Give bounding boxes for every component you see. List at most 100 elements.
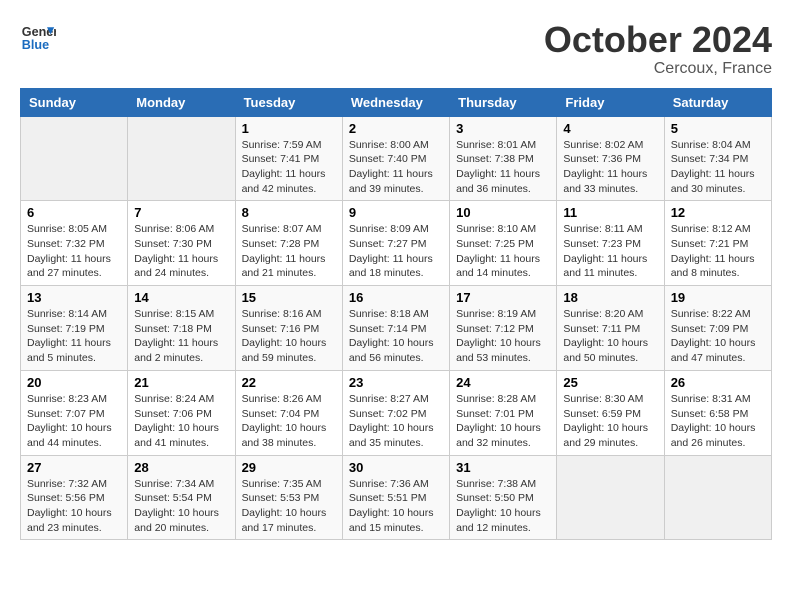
header-cell-friday: Friday: [557, 88, 664, 116]
empty-cell: [21, 116, 128, 201]
day-cell-8: 8 Sunrise: 8:07 AM Sunset: 7:28 PM Daylig…: [235, 201, 342, 286]
day-number: 13: [27, 290, 121, 305]
day-number: 14: [134, 290, 228, 305]
day-cell-22: 22Sunrise: 8:26 AM Sunset: 7:04 PM Dayli…: [235, 370, 342, 455]
day-number: 31: [456, 460, 550, 475]
day-cell-24: 24 Sunrise: 8:28 AM Sunset: 7:01 PM Dayli…: [450, 370, 557, 455]
day-cell-30: 30Sunrise: 7:36 AM Sunset: 5:51 PM Dayli…: [342, 455, 449, 540]
day-detail: Sunrise: 7:32 AM Sunset: 5:56 PM Dayligh…: [27, 477, 121, 536]
header-cell-monday: Monday: [128, 88, 235, 116]
title-area: October 2024 Cercoux, France: [544, 20, 772, 78]
day-cell-4: 4 Sunrise: 8:02 AM Sunset: 7:36 PM Daylig…: [557, 116, 664, 201]
day-cell-29: 29 Sunrise: 7:35 AM Sunset: 5:53 PM Dayli…: [235, 455, 342, 540]
day-number: 11: [563, 205, 657, 220]
day-number: 2: [349, 121, 443, 136]
day-number: 9: [349, 205, 443, 220]
day-detail: Sunrise: 8:06 AM Sunset: 7:30 PM Dayligh…: [134, 222, 228, 281]
day-cell-26: 26 Sunrise: 8:31 AM Sunset: 6:58 PM Dayli…: [664, 370, 771, 455]
week-row-4: 20Sunrise: 8:23 AM Sunset: 7:07 PM Dayli…: [21, 370, 772, 455]
day-number: 29: [242, 460, 336, 475]
day-number: 17: [456, 290, 550, 305]
day-number: 23: [349, 375, 443, 390]
day-detail: Sunrise: 7:38 AM Sunset: 5:50 PM Dayligh…: [456, 477, 550, 536]
day-number: 7: [134, 205, 228, 220]
day-detail: Sunrise: 8:04 AM Sunset: 7:34 PM Dayligh…: [671, 138, 765, 197]
day-cell-6: 6Sunrise: 8:05 AM Sunset: 7:32 PM Daylig…: [21, 201, 128, 286]
day-number: 28: [134, 460, 228, 475]
day-cell-15: 15 Sunrise: 8:16 AM Sunset: 7:16 PM Dayli…: [235, 286, 342, 371]
week-row-5: 27 Sunrise: 7:32 AM Sunset: 5:56 PM Dayli…: [21, 455, 772, 540]
day-cell-23: 23 Sunrise: 8:27 AM Sunset: 7:02 PM Dayli…: [342, 370, 449, 455]
calendar-table: SundayMondayTuesdayWednesdayThursdayFrid…: [20, 88, 772, 541]
header-cell-thursday: Thursday: [450, 88, 557, 116]
day-cell-10: 10Sunrise: 8:10 AM Sunset: 7:25 PM Dayli…: [450, 201, 557, 286]
day-detail: Sunrise: 8:09 AM Sunset: 7:27 PM Dayligh…: [349, 222, 443, 281]
day-number: 10: [456, 205, 550, 220]
day-cell-16: 16 Sunrise: 8:18 AM Sunset: 7:14 PM Dayli…: [342, 286, 449, 371]
day-cell-20: 20Sunrise: 8:23 AM Sunset: 7:07 PM Dayli…: [21, 370, 128, 455]
day-cell-9: 9 Sunrise: 8:09 AM Sunset: 7:27 PM Daylig…: [342, 201, 449, 286]
header-cell-wednesday: Wednesday: [342, 88, 449, 116]
day-cell-11: 11 Sunrise: 8:11 AM Sunset: 7:23 PM Dayli…: [557, 201, 664, 286]
day-cell-2: 2Sunrise: 8:00 AM Sunset: 7:40 PM Daylig…: [342, 116, 449, 201]
day-number: 16: [349, 290, 443, 305]
day-detail: Sunrise: 8:24 AM Sunset: 7:06 PM Dayligh…: [134, 392, 228, 451]
day-number: 15: [242, 290, 336, 305]
day-cell-25: 25 Sunrise: 8:30 AM Sunset: 6:59 PM Dayli…: [557, 370, 664, 455]
header-row: SundayMondayTuesdayWednesdayThursdayFrid…: [21, 88, 772, 116]
day-detail: Sunrise: 7:35 AM Sunset: 5:53 PM Dayligh…: [242, 477, 336, 536]
header-cell-sunday: Sunday: [21, 88, 128, 116]
day-detail: Sunrise: 8:27 AM Sunset: 7:02 PM Dayligh…: [349, 392, 443, 451]
day-number: 25: [563, 375, 657, 390]
day-number: 26: [671, 375, 765, 390]
day-detail: Sunrise: 8:31 AM Sunset: 6:58 PM Dayligh…: [671, 392, 765, 451]
location-title: Cercoux, France: [544, 60, 772, 78]
day-detail: Sunrise: 8:11 AM Sunset: 7:23 PM Dayligh…: [563, 222, 657, 281]
empty-cell: [664, 455, 771, 540]
day-detail: Sunrise: 8:02 AM Sunset: 7:36 PM Dayligh…: [563, 138, 657, 197]
day-detail: Sunrise: 7:36 AM Sunset: 5:51 PM Dayligh…: [349, 477, 443, 536]
day-number: 8: [242, 205, 336, 220]
day-cell-17: 17 Sunrise: 8:19 AM Sunset: 7:12 PM Dayli…: [450, 286, 557, 371]
empty-cell: [557, 455, 664, 540]
empty-cell: [128, 116, 235, 201]
day-detail: Sunrise: 8:05 AM Sunset: 7:32 PM Dayligh…: [27, 222, 121, 281]
header-cell-saturday: Saturday: [664, 88, 771, 116]
day-number: 4: [563, 121, 657, 136]
day-number: 27: [27, 460, 121, 475]
day-detail: Sunrise: 8:07 AM Sunset: 7:28 PM Dayligh…: [242, 222, 336, 281]
day-cell-31: 31 Sunrise: 7:38 AM Sunset: 5:50 PM Dayli…: [450, 455, 557, 540]
day-detail: Sunrise: 8:15 AM Sunset: 7:18 PM Dayligh…: [134, 307, 228, 366]
day-detail: Sunrise: 8:01 AM Sunset: 7:38 PM Dayligh…: [456, 138, 550, 197]
day-cell-12: 12Sunrise: 8:12 AM Sunset: 7:21 PM Dayli…: [664, 201, 771, 286]
day-cell-21: 21Sunrise: 8:24 AM Sunset: 7:06 PM Dayli…: [128, 370, 235, 455]
month-title: October 2024: [544, 20, 772, 60]
day-detail: Sunrise: 8:30 AM Sunset: 6:59 PM Dayligh…: [563, 392, 657, 451]
day-cell-14: 14 Sunrise: 8:15 AM Sunset: 7:18 PM Dayli…: [128, 286, 235, 371]
day-number: 19: [671, 290, 765, 305]
day-detail: Sunrise: 8:22 AM Sunset: 7:09 PM Dayligh…: [671, 307, 765, 366]
page-header: General Blue October 2024 Cercoux, Franc…: [20, 20, 772, 78]
day-detail: Sunrise: 8:18 AM Sunset: 7:14 PM Dayligh…: [349, 307, 443, 366]
svg-text:Blue: Blue: [22, 38, 49, 52]
day-detail: Sunrise: 7:59 AM Sunset: 7:41 PM Dayligh…: [242, 138, 336, 197]
day-number: 12: [671, 205, 765, 220]
day-cell-19: 19 Sunrise: 8:22 AM Sunset: 7:09 PM Dayli…: [664, 286, 771, 371]
day-number: 24: [456, 375, 550, 390]
day-detail: Sunrise: 8:14 AM Sunset: 7:19 PM Dayligh…: [27, 307, 121, 366]
day-detail: Sunrise: 8:28 AM Sunset: 7:01 PM Dayligh…: [456, 392, 550, 451]
day-detail: Sunrise: 8:16 AM Sunset: 7:16 PM Dayligh…: [242, 307, 336, 366]
day-detail: Sunrise: 8:19 AM Sunset: 7:12 PM Dayligh…: [456, 307, 550, 366]
day-detail: Sunrise: 7:34 AM Sunset: 5:54 PM Dayligh…: [134, 477, 228, 536]
day-cell-7: 7 Sunrise: 8:06 AM Sunset: 7:30 PM Daylig…: [128, 201, 235, 286]
week-row-1: 1Sunrise: 7:59 AM Sunset: 7:41 PM Daylig…: [21, 116, 772, 201]
day-cell-13: 13 Sunrise: 8:14 AM Sunset: 7:19 PM Dayli…: [21, 286, 128, 371]
header-cell-tuesday: Tuesday: [235, 88, 342, 116]
day-cell-27: 27 Sunrise: 7:32 AM Sunset: 5:56 PM Dayli…: [21, 455, 128, 540]
day-number: 5: [671, 121, 765, 136]
day-detail: Sunrise: 8:26 AM Sunset: 7:04 PM Dayligh…: [242, 392, 336, 451]
week-row-2: 6Sunrise: 8:05 AM Sunset: 7:32 PM Daylig…: [21, 201, 772, 286]
day-number: 3: [456, 121, 550, 136]
logo-icon: General Blue: [20, 20, 56, 56]
day-cell-5: 5 Sunrise: 8:04 AM Sunset: 7:34 PM Daylig…: [664, 116, 771, 201]
